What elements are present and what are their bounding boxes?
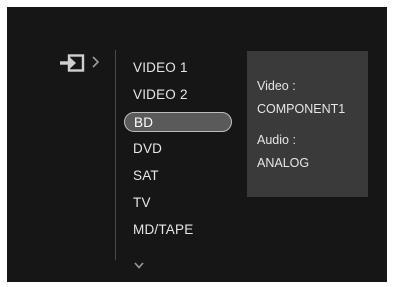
audio-label: Audio :: [257, 133, 296, 147]
menu-divider: [115, 50, 116, 260]
source-info-panel: Video : COMPONENT1 Audio : ANALOG: [247, 51, 368, 197]
menu-item-sat[interactable]: SAT: [133, 166, 159, 186]
chevron-right-icon: [91, 55, 101, 69]
menu-item-md-tape[interactable]: MD/TAPE: [133, 220, 193, 240]
menu-item-tv[interactable]: TV: [133, 193, 151, 213]
menu-item-bd-selected[interactable]: BD: [124, 112, 232, 132]
video-label: Video :: [257, 79, 296, 93]
input-source-icon: [59, 54, 85, 72]
video-value: COMPONENT1: [257, 102, 346, 116]
menu-item-video-1[interactable]: VIDEO 1: [133, 58, 188, 78]
audio-value: ANALOG: [257, 156, 310, 170]
osd-screen: VIDEO 1 VIDEO 2 BD DVD SAT TV MD/TAPE Vi…: [7, 7, 387, 282]
chevron-down-icon[interactable]: [133, 257, 145, 269]
menu-item-dvd[interactable]: DVD: [133, 139, 162, 159]
menu-item-video-2[interactable]: VIDEO 2: [133, 85, 188, 105]
